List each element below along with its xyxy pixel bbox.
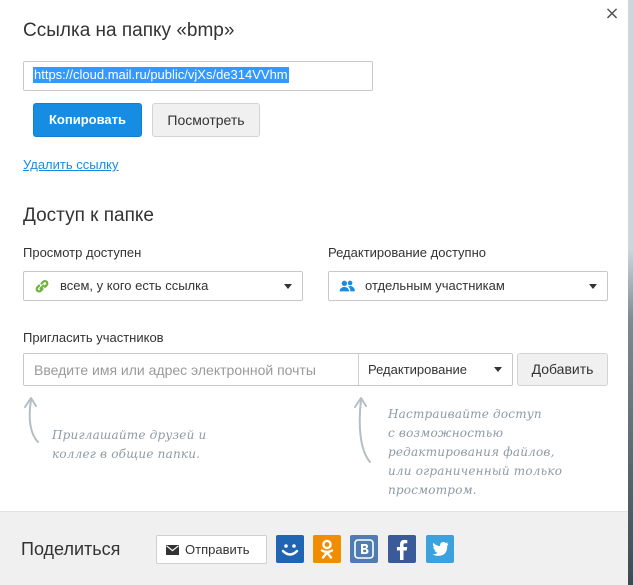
copy-button[interactable]: Копировать bbox=[33, 103, 142, 137]
moi-mir-share-button[interactable] bbox=[276, 535, 304, 563]
hint-right-line: или ограниченный только bbox=[388, 464, 563, 478]
dialog-title: Ссылка на папку «bmp» bbox=[23, 20, 235, 41]
view-access-label: Просмотр доступен bbox=[23, 245, 142, 260]
vkontakte-icon bbox=[354, 539, 374, 559]
edit-access-label: Редактирование доступно bbox=[328, 245, 487, 260]
hint-left: Приглашайте друзей и коллег в общие папк… bbox=[52, 426, 206, 464]
odnoklassniki-icon bbox=[320, 539, 334, 559]
hint-left-line: коллег в общие папки. bbox=[52, 447, 201, 461]
access-section-title: Доступ к папке bbox=[23, 205, 154, 226]
share-label: Поделиться bbox=[21, 539, 121, 559]
invite-group: Редактирование bbox=[23, 353, 513, 386]
chevron-down-icon bbox=[284, 284, 292, 289]
hint-right-line: с возможностью bbox=[388, 426, 504, 440]
twitter-share-button[interactable] bbox=[426, 535, 454, 563]
hint-right-line: редактирования файлов, bbox=[388, 445, 555, 459]
background-edge bbox=[628, 0, 633, 585]
envelope-icon bbox=[166, 545, 179, 555]
invite-permission-select[interactable]: Редактирование bbox=[359, 354, 512, 385]
invite-label: Пригласить участников bbox=[23, 330, 164, 345]
odnoklassniki-share-button[interactable] bbox=[313, 535, 341, 563]
facebook-icon bbox=[396, 539, 408, 560]
edit-access-value: отдельным участникам bbox=[365, 278, 505, 293]
moi-mir-icon bbox=[281, 544, 299, 556]
send-label: Отправить bbox=[185, 542, 250, 557]
share-dialog: × Ссылка на папку «bmp» https://cloud.ma… bbox=[0, 0, 628, 585]
hint-right-line: просмотром. bbox=[388, 483, 477, 497]
send-email-button[interactable]: Отправить bbox=[156, 535, 267, 564]
hint-right: Настраивайте доступ с возможностью редак… bbox=[388, 405, 562, 500]
hint-arrow-left-icon bbox=[24, 397, 39, 443]
link-url-input[interactable] bbox=[23, 61, 373, 91]
invite-email-input[interactable] bbox=[24, 354, 358, 385]
delete-link[interactable]: Удалить ссылку bbox=[23, 157, 119, 172]
facebook-share-button[interactable] bbox=[388, 535, 416, 563]
hint-left-line: Приглашайте друзей и bbox=[52, 428, 207, 442]
add-participant-button[interactable]: Добавить bbox=[517, 353, 608, 386]
users-icon bbox=[339, 280, 355, 292]
vkontakte-share-button[interactable] bbox=[350, 535, 378, 563]
share-footer: Поделиться Отправить bbox=[0, 511, 628, 585]
edit-access-select[interactable]: отдельным участникам bbox=[328, 271, 608, 301]
hint-right-line: Настраивайте доступ bbox=[388, 407, 542, 421]
twitter-icon bbox=[432, 542, 449, 556]
invite-permission-value: Редактирование bbox=[368, 362, 468, 377]
view-button[interactable]: Посмотреть bbox=[152, 103, 260, 137]
view-access-value: всем, у кого есть ссылка bbox=[60, 278, 209, 293]
link-icon bbox=[35, 280, 49, 293]
view-access-select[interactable]: всем, у кого есть ссылка bbox=[23, 271, 303, 301]
chevron-down-icon bbox=[589, 284, 597, 289]
close-icon[interactable]: × bbox=[604, 5, 620, 23]
chevron-down-icon bbox=[494, 367, 502, 372]
hint-arrow-right-icon bbox=[354, 397, 371, 463]
